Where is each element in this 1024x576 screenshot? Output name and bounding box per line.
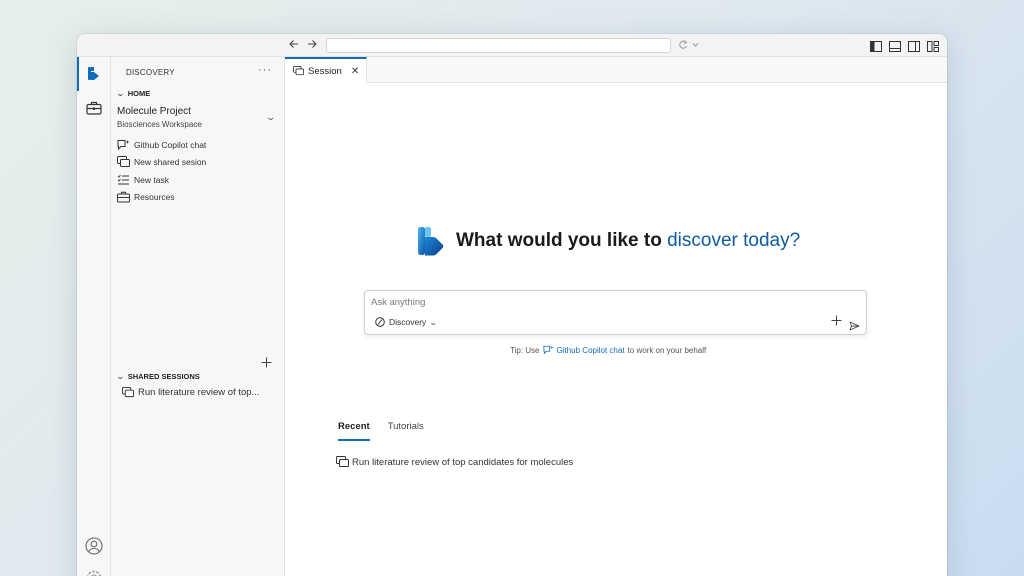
briefcase-icon[interactable] — [77, 91, 111, 125]
tab-recent[interactable]: Recent — [338, 421, 370, 441]
account-icon[interactable] — [77, 537, 111, 555]
shared-sessions-label: SHARED SESSIONS — [127, 372, 200, 381]
shared-session-icon — [122, 386, 134, 397]
sidebar-item-new-task[interactable]: New task — [117, 173, 169, 187]
chevron-down-icon: ⌄ — [115, 372, 125, 381]
app-window: DISCOVERY ··· ⌄ HOME Molecule Project Bi… — [77, 34, 947, 576]
tip-text: Tip: Use Github Copilot chat to work on … — [510, 345, 706, 355]
sidebar-title: DISCOVERY — [126, 68, 175, 77]
settings-gear-icon[interactable] — [77, 569, 111, 576]
sidebar: DISCOVERY ··· ⌄ HOME Molecule Project Bi… — [111, 57, 285, 576]
tip-prefix: Tip: Use — [510, 345, 540, 355]
tab-tutorials[interactable]: Tutorials — [388, 421, 424, 441]
chevron-down-icon: ⌄ — [265, 112, 277, 122]
add-shared-session-button[interactable] — [261, 357, 272, 370]
shared-session-icon — [336, 456, 349, 467]
copilot-chat-icon — [117, 140, 130, 151]
shared-session-label: Run literature review of top... — [138, 386, 260, 398]
hero-heading: What would you like to discover today? — [414, 224, 800, 258]
hero-title-part1: What would you like to — [456, 230, 668, 251]
send-button[interactable] — [849, 318, 860, 336]
content-tabs: Recent Tutorials — [338, 421, 424, 441]
sidebar-item-resources[interactable]: Resources — [117, 190, 175, 204]
recent-item[interactable]: Run literature review of top candidates … — [336, 456, 573, 468]
sidebar-item-label: New shared sesion — [134, 157, 207, 167]
sidebar-item-copilot-chat[interactable]: Github Copilot chat — [117, 138, 206, 152]
layout-controls — [870, 39, 939, 52]
tab-session[interactable]: Session ✕ — [285, 57, 367, 83]
task-list-icon — [117, 174, 129, 185]
ask-box: Discovery ⌄ — [364, 290, 867, 335]
activity-bar — [77, 57, 111, 576]
forward-arrow-icon[interactable] — [305, 38, 319, 52]
sidebar-item-label: New task — [134, 175, 169, 185]
attach-button[interactable] — [831, 314, 842, 328]
reload-dropdown[interactable] — [678, 39, 700, 53]
toggle-secondary-sidebar-icon[interactable] — [908, 39, 920, 52]
hero-title: What would you like to discover today? — [456, 230, 800, 252]
editor-tab-bar: Session ✕ — [285, 57, 947, 83]
tip-suffix: to work on your behalf — [627, 345, 707, 355]
hero-title-part2: discover today? — [667, 230, 801, 251]
toggle-primary-sidebar-icon[interactable] — [870, 39, 882, 52]
send-icon — [849, 321, 860, 331]
shared-sessions-section-header[interactable]: ⌄ SHARED SESSIONS — [115, 372, 200, 381]
copilot-chat-link[interactable]: Github Copilot chat — [557, 346, 625, 355]
customize-layout-icon[interactable] — [927, 39, 939, 52]
sidebar-item-new-shared-session[interactable]: New shared sesion — [117, 155, 206, 169]
close-icon[interactable]: ✕ — [351, 66, 359, 77]
discovery-logo-icon[interactable] — [77, 57, 111, 91]
mode-label: Discovery — [389, 317, 427, 327]
sidebar-item-label: Github Copilot chat — [134, 140, 207, 150]
recent-item-label: Run literature review of top candidates … — [352, 456, 574, 468]
toggle-panel-icon[interactable] — [889, 39, 901, 52]
discovery-mode-icon — [375, 317, 385, 327]
home-section-label: HOME — [127, 89, 151, 98]
shared-session-icon — [117, 156, 130, 167]
title-bar — [77, 34, 947, 57]
project-selector[interactable]: Molecule Project Biosciences Workspace ⌄ — [117, 106, 277, 129]
discovery-logo-icon — [418, 227, 444, 256]
address-bar[interactable] — [326, 38, 671, 53]
more-actions-button[interactable]: ··· — [258, 64, 272, 76]
plus-icon — [831, 315, 842, 326]
home-section-header[interactable]: ⌄ HOME — [115, 89, 151, 98]
chevron-down-icon: ⌄ — [429, 317, 439, 327]
shared-session-item[interactable]: Run literature review of top... — [122, 385, 259, 399]
chevron-down-icon: ⌄ — [115, 89, 125, 98]
sidebar-item-label: Resources — [134, 192, 175, 202]
ask-input[interactable] — [371, 297, 851, 308]
workspace-name: Biosciences Workspace — [117, 120, 202, 129]
copilot-chat-icon — [543, 345, 553, 355]
project-name: Molecule Project — [117, 106, 191, 117]
briefcase-icon — [117, 191, 130, 203]
tab-label: Session — [308, 65, 342, 77]
shared-session-icon — [293, 66, 304, 76]
back-arrow-icon[interactable] — [287, 38, 301, 52]
mode-dropdown[interactable]: Discovery ⌄ — [375, 317, 439, 327]
